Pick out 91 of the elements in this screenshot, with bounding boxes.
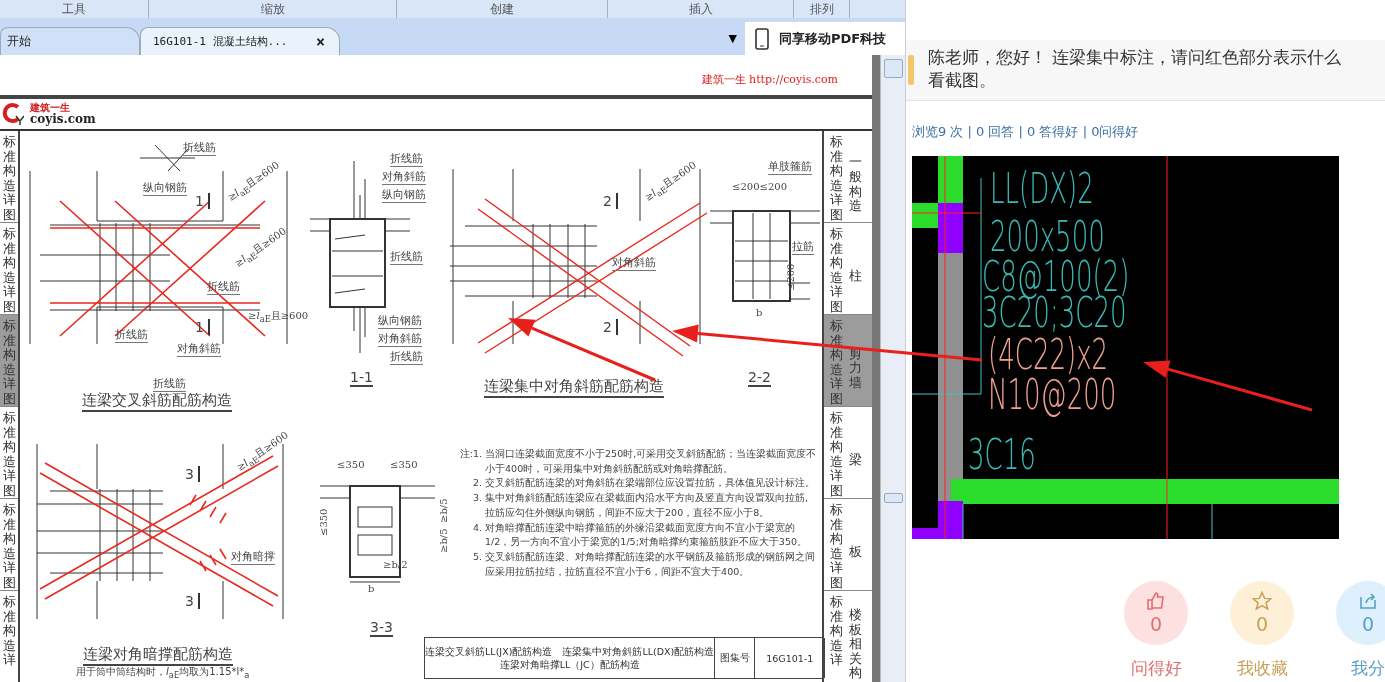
chapter-tab[interactable]: 标准构造详图 [0, 131, 19, 223]
action-label: 问得好 [1130, 657, 1182, 680]
drawing-label: 折线筋 [390, 249, 424, 265]
note-number: 注:1. [458, 447, 483, 461]
drawing-label: 单肢箍筋 [768, 159, 813, 175]
drawing-label: 连梁对角暗撑配筋构造 [83, 645, 234, 666]
drawing-label: 2-2 [748, 369, 771, 387]
drawing-label: ≤350 [318, 508, 330, 536]
page-header: 建筑一生 http://coyis.com [701, 72, 838, 87]
chapter-tab[interactable]: 标准构造详 楼板相关构 [824, 591, 872, 682]
drawing-label: 折线筋 [390, 349, 424, 365]
ribbon-group-label: 排列 [809, 0, 834, 18]
question-stats: 浏览9 次 | 0 回答 | 0 答得好 | 0问得好 [912, 123, 1140, 141]
logo-icon [2, 102, 24, 126]
drawing-label: 纵向钢筋 [378, 313, 423, 329]
drawing-label: 1 [195, 193, 210, 209]
drawing-label: 纵向钢筋 [143, 180, 188, 196]
drawing-label: 对角斜筋 [378, 331, 423, 347]
note-number: 5. [472, 550, 483, 565]
drawing-label: ≤350 [390, 459, 418, 470]
drawing-label: 拉筋 [792, 239, 815, 255]
share-icon [1358, 591, 1378, 611]
drawing-label: 对角斜筋 [382, 169, 427, 185]
drawing-label: 3 [185, 593, 200, 609]
action-label: 我分 [1351, 657, 1385, 680]
drawing-label: 连梁交叉斜筋配筋构造 [82, 391, 233, 412]
drawing-label: 折线筋 [153, 376, 187, 392]
phone-icon [755, 27, 769, 50]
drawing-title: 连梁交叉斜筋LL(JX)配筋构造 连梁集中对角斜筋LL(DX)配筋构造 [425, 644, 715, 658]
tab-label: 16G101-1 混凝土结构... [153, 34, 288, 49]
chapter-tab[interactable]: 标准构造详图 梁 [824, 407, 872, 499]
note-number: 3. [472, 491, 483, 506]
note-text: 集中对角斜筋配筋连梁应在梁截面内沿水平方向及竖直方向设置双向拉筋,拉筋应勾住外侧纵向钢筋，间距不应大于200，直径不应小于8。 [485, 491, 810, 520]
question-text: 陈老师，您好！ 连梁集中标注，请问红色部分表示什么 [928, 46, 1342, 69]
drawing-label: ≤200 [785, 263, 797, 291]
note-text: 对角暗撑配筋连梁中暗撑箍筋的外缘沿梁截面宽度方向不宜小于梁宽的1/2，另一方向不宜小于梁宽的1/5;对角暗撑约束箍筋肢距不应大于350。 [485, 520, 808, 550]
question-marker [908, 55, 914, 85]
close-icon[interactable]: × [315, 32, 325, 51]
drawing-label: ≥l$_{aE}$且≥600 [248, 309, 309, 324]
chapter-tab[interactable]: 标准构造详图 [0, 499, 19, 591]
drawing-label: 连梁集中对角斜筋配筋构造 [484, 377, 665, 398]
ribbon-group-label: 插入 [688, 0, 713, 18]
chapter-tab[interactable]: 标准构造详图 板 [824, 499, 872, 591]
question-text: 看截图。 [928, 69, 997, 92]
scrollbar[interactable] [880, 55, 905, 682]
note-text: 交叉斜筋配筋连梁、对角暗撑配筋连梁的水平钢筋及箍筋形成的钢筋网之间应采用拉筋拉结，拉筋直径不宜小于6，间距不宜大于400。 [485, 550, 817, 579]
ribbon-group-label: 缩放 [260, 0, 285, 18]
note-number: 4. [472, 520, 483, 535]
document-tab[interactable]: 开始 [0, 27, 140, 55]
atlas-label: 图集号 [719, 651, 750, 665]
drawing-label: 2 [603, 319, 618, 335]
drawing-label: ≤350 [337, 459, 365, 470]
ribbon-group-label: 工具 [62, 0, 86, 18]
drawing-label: ≤200≤200 [732, 181, 787, 192]
star-icon [1252, 591, 1272, 611]
logo-site-name: coyis.com [30, 112, 96, 127]
drawing-label: 3-3 [370, 619, 393, 637]
drawing-label: 2 [603, 193, 618, 209]
atlas-number: 16G101-1 [766, 652, 814, 664]
drawing-label: ≥b/5 [438, 498, 450, 523]
chapter-tab[interactable]: 标准构造详 [0, 591, 19, 682]
note-text: 交叉斜筋配筋连梁的对角斜筋在梁端部位应设置拉筋，具体值见设计标注。 [485, 476, 816, 491]
drawing-label: 对角斜筋 [177, 341, 222, 357]
drawing-label: 折线筋 [183, 140, 217, 156]
drawing-label: 1-1 [350, 369, 373, 387]
drawing-label: b [756, 307, 763, 318]
chapter-tab[interactable]: 标准构造详图 [0, 315, 19, 407]
drawing-label: 折线筋 [115, 327, 149, 343]
drawing-label: b [368, 583, 375, 594]
drawing-label: ≥b/5 [438, 528, 450, 553]
ribbon-group-label: 创建 [490, 0, 514, 18]
document-tab[interactable]: 16G101-1 混凝土结构... × [140, 27, 340, 55]
cad-annotation: 200x500 [990, 218, 1105, 256]
cad-annotation: (4C22)x2 [988, 336, 1109, 374]
note-number: 2. [472, 476, 483, 491]
drawing-label: 用于筒中筒结构时，l$_{aE}$均取为1.15*l*$_{a}$ [76, 665, 250, 680]
drawing-label: 折线筋 [390, 151, 424, 167]
note-text: 当洞口连梁截面宽度不小于250时,可采用交叉斜筋配筋；当连梁截面宽度不小于400时，可采用集中对角斜筋配筋或对角暗撑配筋。 [485, 447, 818, 476]
action-label: 我收藏 [1236, 657, 1288, 680]
cad-annotation: 3C16 [968, 436, 1036, 474]
cad-annotation: LL(DX)2 [990, 170, 1094, 208]
drawing-title: 连梁对角暗撑LL（JC）配筋构造 [499, 658, 640, 672]
drawing-label: 纵向钢筋 [382, 187, 427, 203]
logo-tagline: 建筑一生 [30, 101, 70, 113]
promo-button[interactable]: 同享移动PDF科技 [745, 22, 905, 55]
chapter-tab[interactable]: 标准构造详图 [0, 407, 19, 499]
drawing-label: 对角暗撑 [231, 549, 276, 565]
thumbs-up-icon [1146, 591, 1166, 611]
tab-label: 开始 [7, 33, 31, 50]
drawing-label: 3 [185, 466, 200, 482]
dropdown-caret-icon[interactable]: ▼ [728, 32, 737, 45]
